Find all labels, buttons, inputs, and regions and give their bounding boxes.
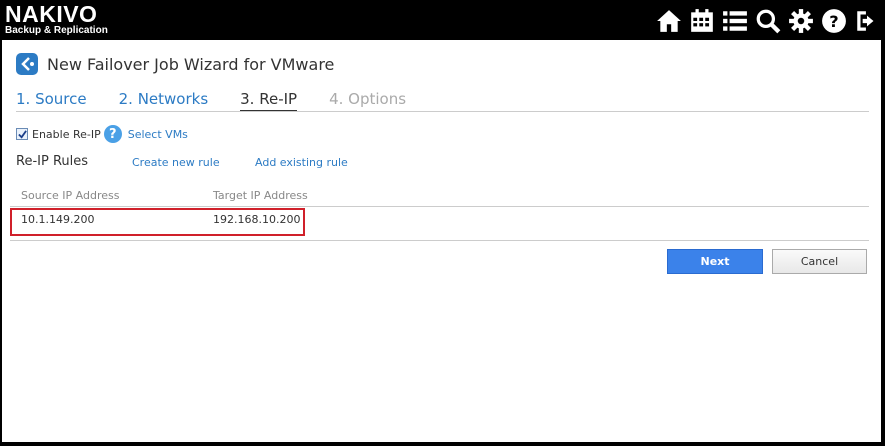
table-bottom-divider (10, 240, 869, 241)
column-header-target[interactable]: Target IP Address (213, 189, 308, 202)
step-options: 4. Options (329, 90, 407, 108)
create-new-rule-link[interactable]: Create new rule (132, 156, 220, 169)
help-icon[interactable]: ? (820, 7, 848, 35)
next-button[interactable]: Next (667, 249, 763, 274)
enable-reip-checkbox[interactable] (16, 128, 28, 140)
enable-reip-row: Enable Re-IP ? Select VMs (16, 125, 188, 143)
target-ip-cell: 192.168.10.200 (213, 213, 301, 226)
gear-icon[interactable] (787, 7, 815, 35)
logo-main: NAKIVO (5, 1, 98, 27)
step-re-ip[interactable]: 3. Re-IP (240, 90, 298, 112)
enable-reip-label[interactable]: Enable Re-IP (32, 128, 101, 141)
wizard-panel: New Failover Job Wizard for VMware 1. So… (2, 40, 881, 442)
list-icon[interactable] (721, 7, 749, 35)
checkmark-icon (17, 129, 27, 139)
search-icon[interactable] (754, 7, 782, 35)
step-source[interactable]: 1. Source (16, 90, 87, 112)
failover-job-icon (16, 53, 38, 75)
logout-icon[interactable] (853, 7, 881, 35)
top-bar: NAKIVO Backup & Replication ? (0, 0, 885, 40)
step-networks[interactable]: 2. Networks (119, 90, 209, 112)
cancel-button[interactable]: Cancel (772, 249, 867, 274)
calendar-icon[interactable] (688, 7, 716, 35)
wizard-header: New Failover Job Wizard for VMware (15, 52, 334, 76)
column-header-source[interactable]: Source IP Address (21, 189, 119, 202)
reip-rules-title: Re-IP Rules (16, 154, 89, 169)
home-icon[interactable] (655, 7, 683, 35)
source-ip-cell: 10.1.149.200 (21, 213, 95, 226)
logo: NAKIVO Backup & Replication (5, 1, 108, 37)
help-icon[interactable]: ? (103, 125, 122, 143)
add-existing-rule-link[interactable]: Add existing rule (255, 156, 348, 169)
logo-sub: Backup & Replication (5, 25, 108, 36)
wizard-steps: 1. Source 2. Networks 3. Re-IP 4. Option… (16, 90, 438, 112)
wizard-title: New Failover Job Wizard for VMware (47, 54, 335, 74)
svg-text:?: ? (829, 12, 838, 31)
steps-divider (16, 111, 869, 112)
select-vms-link[interactable]: Select VMs (128, 128, 188, 141)
toolbar: ? (655, 7, 881, 35)
header-divider (10, 206, 869, 207)
